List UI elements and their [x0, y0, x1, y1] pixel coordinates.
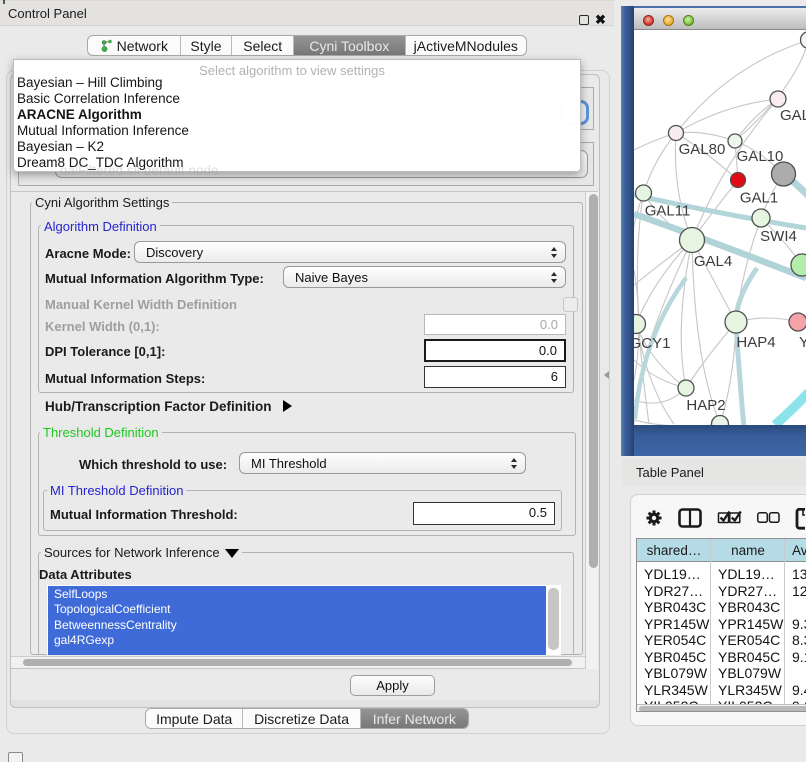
svg-text:GAL80: GAL80 [679, 141, 726, 158]
svg-text:GAL4: GAL4 [694, 253, 732, 270]
svg-text:SWI4: SWI4 [760, 228, 797, 245]
svg-text:GAL11: GAL11 [645, 203, 691, 220]
svg-text:GAL10: GAL10 [737, 148, 784, 165]
svg-text:GAL1: GAL1 [740, 190, 778, 207]
svg-text:GAL2: GAL2 [780, 107, 806, 124]
svg-text:HAP4: HAP4 [736, 334, 775, 351]
svg-text:GCY1: GCY1 [634, 335, 670, 352]
svg-text:YM: YM [799, 334, 806, 351]
svg-text:HAP2: HAP2 [686, 397, 725, 414]
